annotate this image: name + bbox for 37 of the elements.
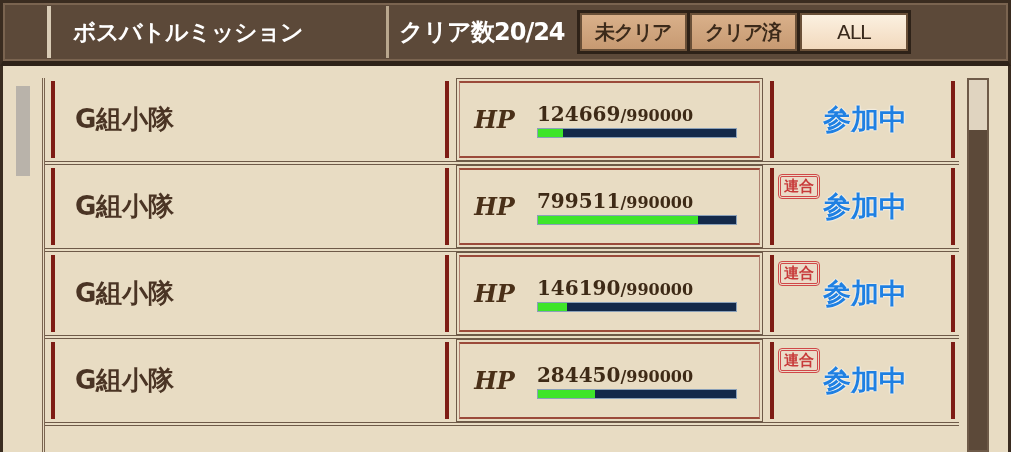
squad-cell[interactable]: G組小隊 (51, 168, 450, 245)
hp-max: /990000 (620, 279, 694, 299)
status-text: 参加中 (823, 101, 908, 138)
hp-label: HP (474, 366, 515, 395)
hp-label: HP (474, 279, 515, 308)
clear-count: クリア数20/24 (399, 17, 565, 48)
scroll-thumb[interactable] (969, 130, 987, 450)
squad-cell[interactable]: G組小隊 (51, 342, 450, 419)
squad-name: G組小隊 (75, 364, 175, 397)
status-text: 参加中 (823, 275, 908, 312)
squad-name: G組小隊 (75, 277, 175, 310)
filter-tab[interactable]: ALL (799, 13, 908, 51)
filter-tab[interactable]: クリア済 (689, 13, 797, 51)
status-cell[interactable]: 参加中 連合 (769, 342, 955, 419)
squad-cell[interactable]: G組小隊 (51, 255, 450, 332)
screen-title: ボスバトルミッション (47, 6, 389, 58)
hp-current: 799511 (536, 188, 621, 213)
hp-current: 124669 (536, 101, 621, 126)
filter-tab[interactable]: 未クリア (579, 13, 687, 51)
squad-name: G組小隊 (75, 190, 175, 223)
hp-label: HP (474, 192, 515, 221)
status-cell[interactable]: 参加中 連合 (769, 168, 955, 245)
joint-stamp: 連合 (777, 348, 820, 373)
joint-stamp: 連合 (777, 261, 820, 286)
joint-stamp: 連合 (777, 174, 820, 199)
squad-name: G組小隊 (75, 103, 175, 136)
squad-cell[interactable]: G組小隊 (51, 81, 450, 158)
hp-max: /990000 (620, 105, 694, 125)
hp-max: /990000 (620, 192, 694, 212)
status-text: 参加中 (823, 362, 908, 399)
hp-current: 284450 (536, 362, 621, 387)
status-text: 参加中 (823, 188, 908, 225)
scrollbar[interactable] (967, 78, 989, 452)
hp-label: HP (474, 105, 515, 134)
hp-current: 146190 (536, 275, 621, 300)
status-cell[interactable]: 参加中 連合 (769, 255, 955, 332)
hp-max: /990000 (620, 366, 694, 386)
